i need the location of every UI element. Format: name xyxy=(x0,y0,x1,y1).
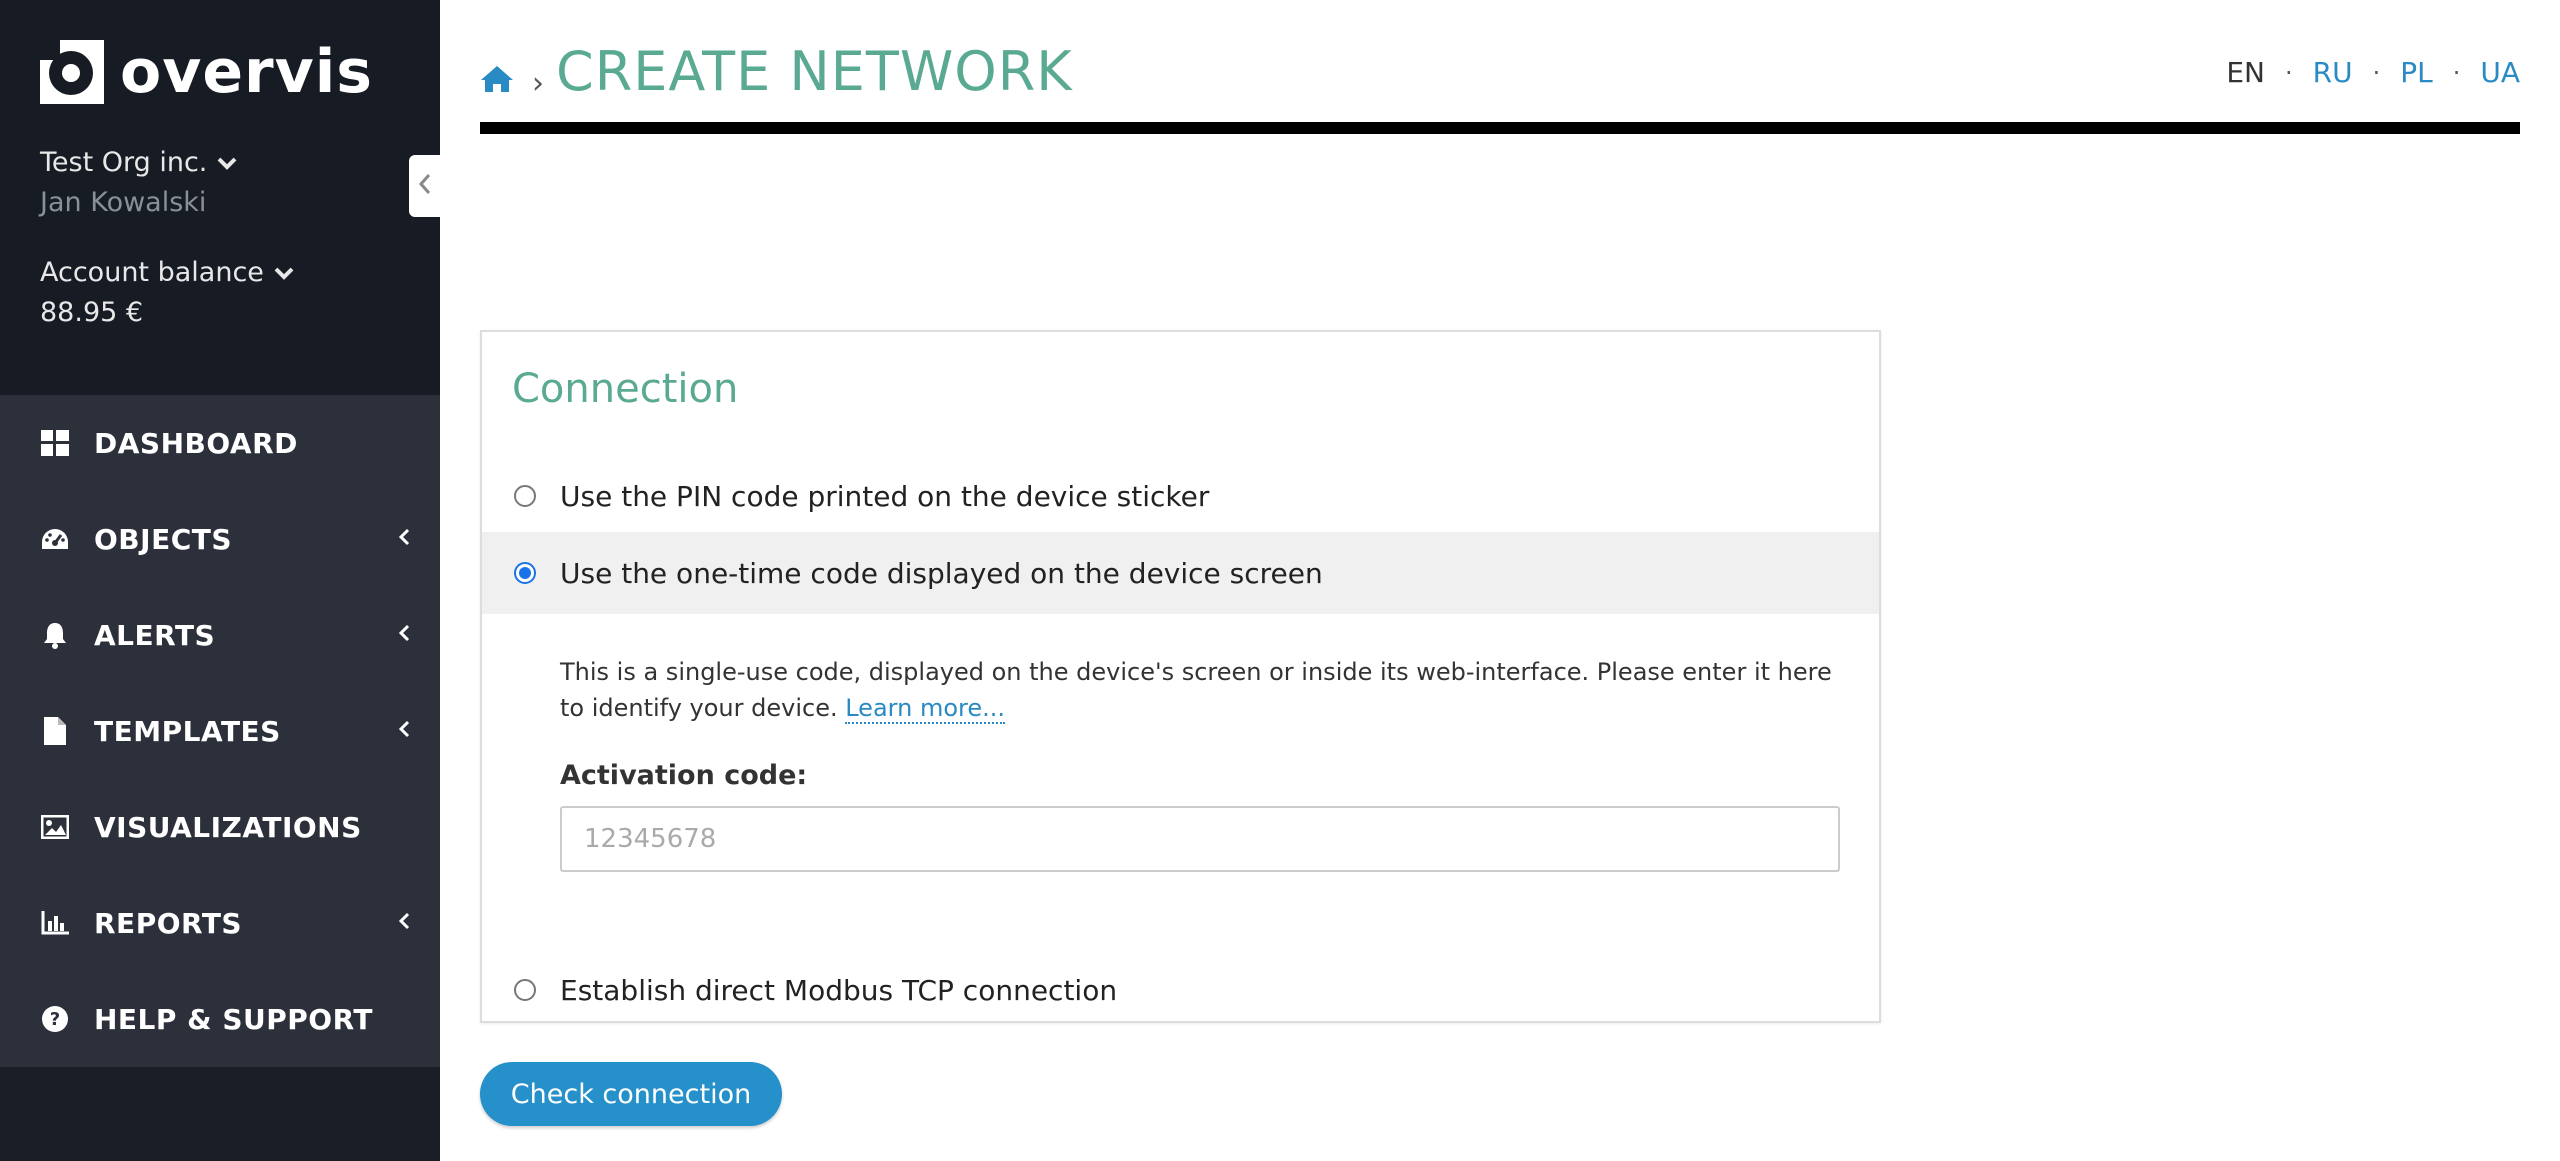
connection-panel: Connection Use the PIN code printed on t… xyxy=(480,330,1881,1023)
pin-code-radio[interactable] xyxy=(514,485,536,507)
lang-separator: · xyxy=(2284,58,2293,87)
sidebar-item-dashboard[interactable]: DASHBOARD xyxy=(0,395,440,491)
sidebar-item-reports[interactable]: REPORTS xyxy=(0,875,440,971)
sidebar-item-help-support[interactable]: ? HELP & SUPPORT xyxy=(0,971,440,1067)
dashboard-icon xyxy=(40,428,70,458)
logo-text: overvis xyxy=(120,37,374,107)
account-balance-toggle[interactable]: Account balance xyxy=(40,257,294,288)
sidebar-nav: DASHBOARD OBJECTS ALERTS TEMPLATES VISUA… xyxy=(0,395,440,1067)
option-modbus-tcp[interactable]: Establish direct Modbus TCP connection xyxy=(482,960,1879,1020)
one-time-code-radio[interactable] xyxy=(514,562,536,584)
bar-chart-icon xyxy=(40,908,70,938)
option-label: Use the PIN code printed on the device s… xyxy=(560,479,1210,513)
chevron-left-icon xyxy=(418,172,432,200)
sidebar-header: overvis Test Org inc. Jan Kowalski Accou… xyxy=(0,0,440,395)
lang-ua[interactable]: UA xyxy=(2480,56,2520,89)
learn-more-link[interactable]: Learn more... xyxy=(845,694,1005,724)
activation-code-label: Activation code: xyxy=(560,760,808,791)
activation-code-input[interactable] xyxy=(560,806,1840,872)
lang-separator: · xyxy=(2372,58,2381,87)
org-name: Test Org inc. xyxy=(40,147,208,178)
sidebar-item-label: OBJECTS xyxy=(94,522,233,556)
modbus-tcp-radio[interactable] xyxy=(514,979,536,1001)
sidebar-item-templates[interactable]: TEMPLATES xyxy=(0,683,440,779)
sidebar-item-label: HELP & SUPPORT xyxy=(94,1002,373,1036)
option-one-time-code[interactable]: Use the one-time code displayed on the d… xyxy=(482,532,1879,614)
chevron-left-icon xyxy=(398,719,410,743)
connection-title: Connection xyxy=(512,366,739,412)
gauge-icon xyxy=(40,524,70,554)
home-icon[interactable] xyxy=(480,64,514,98)
sidebar-item-label: REPORTS xyxy=(94,906,243,940)
logo[interactable]: overvis xyxy=(40,40,373,104)
sidebar-item-label: VISUALIZATIONS xyxy=(94,810,362,844)
bell-icon xyxy=(40,620,70,650)
sidebar-collapse-button[interactable] xyxy=(409,155,440,217)
chevron-down-icon xyxy=(274,266,294,280)
sidebar-item-visualizations[interactable]: VISUALIZATIONS xyxy=(0,779,440,875)
overvis-logo-icon xyxy=(40,40,104,104)
option-label: Establish direct Modbus TCP connection xyxy=(560,973,1118,1007)
page-header: › CREATE NETWORK EN · RU · PL · UA xyxy=(480,0,2520,134)
option-label: Use the one-time code displayed on the d… xyxy=(560,556,1323,590)
sidebar-item-label: DASHBOARD xyxy=(94,426,298,460)
option-pin-code[interactable]: Use the PIN code printed on the device s… xyxy=(482,466,1879,526)
account-balance-value: 88.95 € xyxy=(40,297,144,328)
sidebar-item-objects[interactable]: OBJECTS xyxy=(0,491,440,587)
org-switcher[interactable]: Test Org inc. xyxy=(40,147,237,178)
lang-pl[interactable]: PL xyxy=(2400,56,2432,89)
sidebar-item-label: ALERTS xyxy=(94,618,216,652)
help-text: This is a single-use code, displayed on … xyxy=(560,654,1840,726)
file-icon xyxy=(40,716,70,746)
question-circle-icon: ? xyxy=(40,1004,70,1034)
chevron-left-icon xyxy=(398,623,410,647)
image-icon xyxy=(40,812,70,842)
lang-separator: · xyxy=(2452,58,2461,87)
chevron-left-icon xyxy=(398,911,410,935)
lang-ru[interactable]: RU xyxy=(2313,56,2353,89)
breadcrumb-separator: › xyxy=(532,66,544,101)
help-text-body: This is a single-use code, displayed on … xyxy=(560,658,1832,722)
account-balance-label: Account balance xyxy=(40,257,264,288)
language-switcher: EN · RU · PL · UA xyxy=(2226,56,2520,89)
chevron-down-icon xyxy=(217,156,237,170)
page-title: CREATE NETWORK xyxy=(556,40,1073,103)
title-divider xyxy=(480,122,2520,134)
sidebar: overvis Test Org inc. Jan Kowalski Accou… xyxy=(0,0,440,1161)
svg-text:?: ? xyxy=(50,1009,60,1030)
user-name: Jan Kowalski xyxy=(40,187,207,218)
check-connection-button[interactable]: Check connection xyxy=(480,1062,782,1126)
sidebar-item-label: TEMPLATES xyxy=(94,714,281,748)
chevron-left-icon xyxy=(398,527,410,551)
sidebar-item-alerts[interactable]: ALERTS xyxy=(0,587,440,683)
lang-en: EN xyxy=(2226,56,2265,89)
